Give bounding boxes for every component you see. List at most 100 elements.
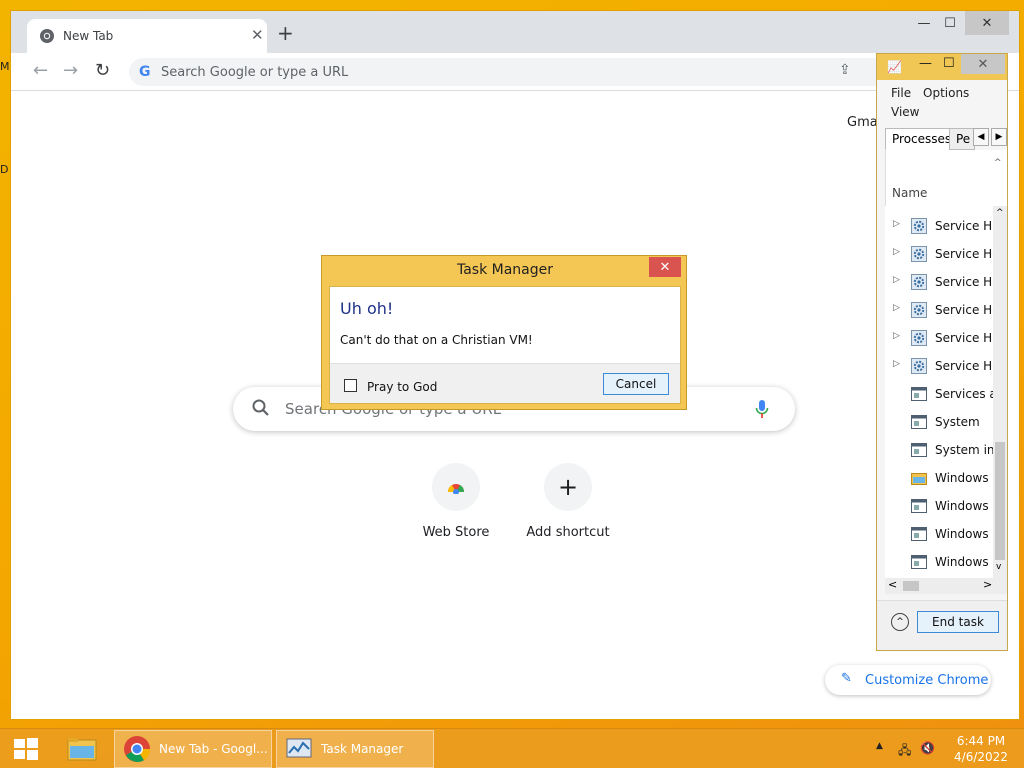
- dialog-body: Uh oh! Can't do that on a Christian VM! …: [329, 286, 681, 404]
- process-row[interactable]: System: [885, 408, 1001, 436]
- file-explorer-button[interactable]: [60, 730, 104, 768]
- process-row[interactable]: Windows E: [885, 464, 1001, 492]
- new-tab-button[interactable]: +: [277, 23, 294, 43]
- process-row[interactable]: ▷ Service Ho: [885, 352, 1001, 380]
- scrollbar-thumb[interactable]: [995, 442, 1005, 560]
- process-row[interactable]: Windows L: [885, 492, 1001, 520]
- menu-file[interactable]: File: [891, 86, 911, 100]
- start-button[interactable]: [8, 730, 44, 768]
- process-row[interactable]: ▷ Service Ho: [885, 324, 1001, 352]
- folder-icon: [911, 470, 927, 486]
- maximize-button[interactable]: ☐: [933, 11, 967, 35]
- process-row[interactable]: ▷ Service Ho: [885, 268, 1001, 296]
- process-row[interactable]: System int: [885, 436, 1001, 464]
- tab-close-icon[interactable]: ✕: [251, 26, 264, 44]
- minimize-button[interactable]: —: [919, 56, 932, 71]
- process-name: Windows E: [935, 471, 1000, 485]
- dialog-message: Can't do that on a Christian VM!: [340, 333, 533, 347]
- close-window-button[interactable]: ✕: [965, 11, 1009, 35]
- expand-arrow-icon[interactable]: ▷: [893, 247, 900, 257]
- share-icon[interactable]: ⇪: [839, 62, 851, 78]
- scroll-up-icon[interactable]: ^: [996, 208, 1004, 218]
- process-name: Service Ho: [935, 219, 1000, 233]
- task-manager-titlebar[interactable]: 📈 — ☐ ✕: [877, 54, 1007, 80]
- back-arrow-icon[interactable]: ←: [33, 61, 48, 81]
- gear-icon: [911, 274, 927, 290]
- expand-arrow-icon[interactable]: ▷: [893, 303, 900, 313]
- scroll-right-icon[interactable]: >: [983, 578, 992, 591]
- omnibox-placeholder: Search Google or type a URL: [161, 65, 349, 80]
- horizontal-scrollbar[interactable]: < >: [885, 578, 1007, 594]
- process-row[interactable]: Services ar: [885, 380, 1001, 408]
- window-icon: [911, 554, 927, 570]
- window-icon: [911, 526, 927, 542]
- reload-icon[interactable]: ↻: [95, 61, 110, 81]
- tab-new-tab[interactable]: New Tab ✕: [27, 19, 267, 53]
- tab-processes[interactable]: Processes: [885, 128, 959, 150]
- tab-scroll-right-icon[interactable]: ▶: [991, 128, 1007, 146]
- taskbar-chrome-button[interactable]: New Tab - Googl...: [114, 730, 272, 768]
- network-icon[interactable]: 🖧: [898, 741, 911, 762]
- windows-logo-icon: [14, 738, 38, 760]
- dialog-footer: Pray to God Cancel: [330, 363, 680, 403]
- clock-date: 4/6/2022: [954, 750, 1008, 764]
- fewer-details-icon[interactable]: ^: [891, 613, 909, 631]
- expand-arrow-icon[interactable]: ▷: [893, 219, 900, 229]
- search-icon: [252, 399, 269, 416]
- task-manager-tabs: Processes Pe ◀ ▶: [885, 128, 1007, 150]
- shortcut-label: Add shortcut: [526, 525, 610, 540]
- tab-performance[interactable]: Pe: [949, 128, 975, 150]
- cancel-button[interactable]: Cancel: [603, 373, 669, 395]
- process-name: Services ar: [935, 387, 1001, 401]
- maximize-button[interactable]: ☐: [943, 56, 955, 71]
- volume-muted-icon[interactable]: 🔇: [920, 741, 935, 755]
- sort-caret-icon[interactable]: ^: [994, 158, 1002, 168]
- shortcut-add[interactable]: + Add shortcut: [523, 463, 613, 540]
- expand-arrow-icon[interactable]: ▷: [893, 359, 900, 369]
- scrollbar-thumb[interactable]: [903, 581, 919, 591]
- process-row[interactable]: ▷ Service Ho: [885, 240, 1001, 268]
- process-name: Service Ho: [935, 331, 1000, 345]
- pencil-icon: ✎: [841, 671, 852, 686]
- clock-time: 6:44 PM: [956, 734, 1006, 748]
- microphone-icon[interactable]: [755, 399, 769, 419]
- tray-clock[interactable]: 6:44 PM 4/6/2022: [944, 733, 1018, 765]
- task-manager-window: 📈 — ☐ ✕ File Options View Processes Pe ◀…: [876, 53, 1008, 651]
- scroll-down-icon[interactable]: v: [996, 562, 1001, 572]
- shortcut-web-store[interactable]: Web Store: [411, 463, 501, 540]
- menu-view[interactable]: View: [891, 105, 919, 119]
- dialog-title: Task Manager: [456, 262, 554, 278]
- process-row[interactable]: ▷ Service Ho: [885, 212, 1001, 240]
- chrome-favicon-icon: [40, 29, 54, 43]
- vertical-scrollbar[interactable]: ^ v: [993, 206, 1007, 578]
- process-name: System: [935, 415, 980, 429]
- show-hidden-icons-icon[interactable]: ▲: [876, 741, 883, 751]
- close-window-button[interactable]: ✕: [961, 54, 1005, 74]
- process-row[interactable]: Windows S: [885, 548, 1001, 576]
- process-list-header: ^ Name: [885, 150, 1007, 206]
- window-icon: [911, 442, 927, 458]
- expand-arrow-icon[interactable]: ▷: [893, 331, 900, 341]
- process-row[interactable]: Windows S: [885, 520, 1001, 548]
- process-row[interactable]: ▷ Service Ho: [885, 296, 1001, 324]
- customize-chrome-button[interactable]: ✎ Customize Chrome: [825, 665, 991, 695]
- gear-icon: [911, 330, 927, 346]
- forward-arrow-icon[interactable]: →: [63, 61, 78, 81]
- taskbar-chrome-label: New Tab - Googl...: [159, 742, 268, 756]
- column-header-name[interactable]: Name: [892, 186, 927, 200]
- pray-checkbox-label[interactable]: Pray to God: [367, 380, 437, 394]
- process-name: Service Ho: [935, 359, 1000, 373]
- dialog-close-button[interactable]: ✕: [649, 257, 681, 277]
- tab-title: New Tab: [63, 29, 114, 43]
- desktop-icon-label-edge: M: [0, 60, 10, 73]
- taskbar-task-manager-button[interactable]: Task Manager: [276, 730, 434, 768]
- scroll-left-icon[interactable]: <: [888, 578, 897, 591]
- task-manager-dialog: Task Manager ✕ Uh oh! Can't do that on a…: [321, 255, 687, 410]
- omnibox[interactable]: G Search Google or type a URL ⇪: [129, 58, 889, 86]
- tab-scroll-left-icon[interactable]: ◀: [973, 128, 989, 146]
- gear-icon: [911, 358, 927, 374]
- menu-options[interactable]: Options: [923, 86, 969, 100]
- pray-checkbox[interactable]: [344, 379, 357, 392]
- end-task-button[interactable]: End task: [917, 611, 999, 633]
- expand-arrow-icon[interactable]: ▷: [893, 275, 900, 285]
